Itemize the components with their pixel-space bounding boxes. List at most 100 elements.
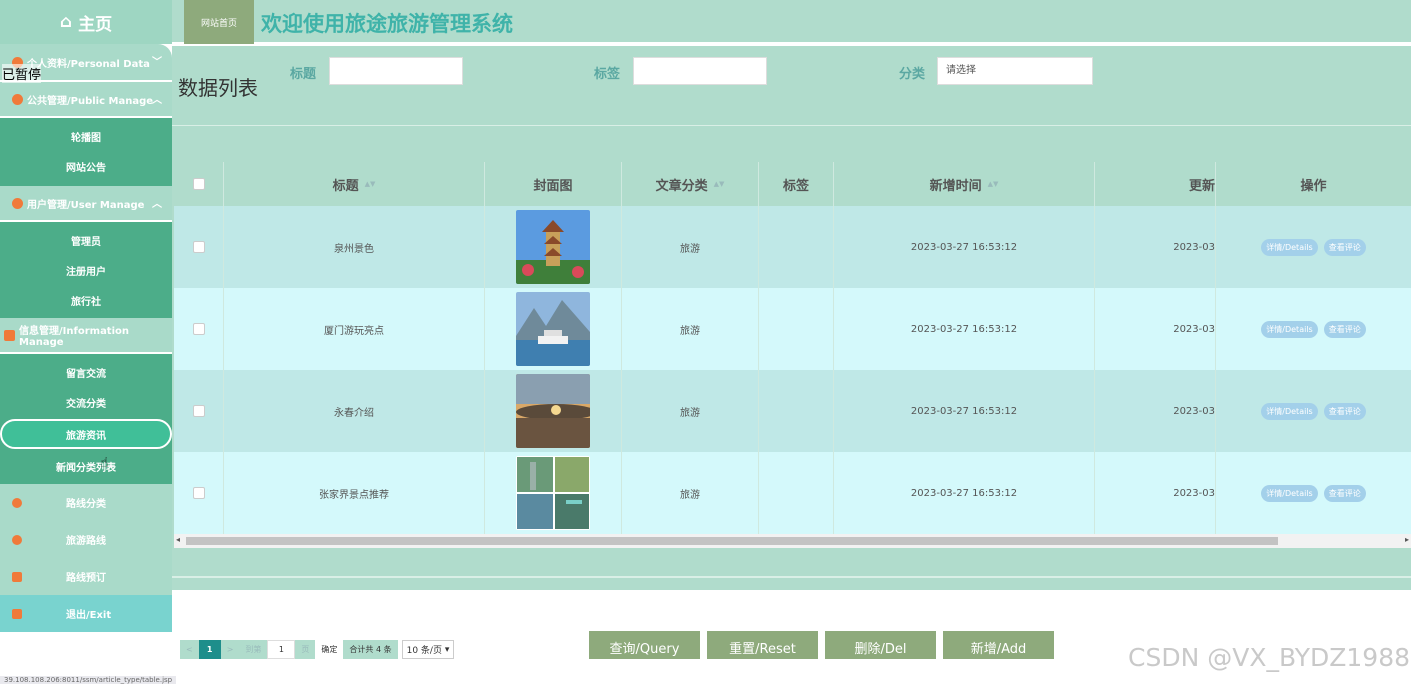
sidebar-item-travel-news[interactable]: 旅游资讯 (0, 419, 172, 449)
title-filter-label: 标题 (290, 67, 317, 82)
submenu-info: 留言交流 交流分类 旅游资讯 新闻分类列表 (0, 354, 172, 484)
cell-cover (484, 452, 621, 534)
table-row: 厦门游玩亮点 旅游 2023-03-27 16:53:12 2023-03 详情… (174, 288, 1411, 370)
row-checkbox[interactable] (192, 241, 205, 253)
col-cover-label: 封面图 (533, 178, 573, 194)
table-row: 永春介绍 旅游 2023-03-27 16:53:12 2023-03 详情/D… (174, 370, 1411, 452)
details-button[interactable]: 详情/Details (1261, 238, 1318, 256)
sidebar-item-announcement[interactable]: 网站公告 (0, 151, 172, 181)
sidebar-item-registered-users[interactable]: 注册用户 (0, 255, 172, 285)
cell-created: 2023-03-27 16:53:12 (833, 206, 1094, 288)
category-select[interactable]: 请选择 (937, 57, 1093, 85)
pagination: < 1 > 到第 1 页 确定 合计共 4 条 10 条/页 ▾ (180, 640, 455, 659)
scroll-left-icon[interactable]: ◂ (176, 535, 180, 544)
scroll-right-icon[interactable]: ▸ (1405, 535, 1409, 544)
cell-title: 张家界景点推荐 (223, 452, 484, 534)
row-select-cell (174, 370, 223, 452)
mouse-cursor-icon: ☝ (100, 455, 109, 471)
row-select-cell (174, 206, 223, 288)
details-button[interactable]: 详情/Details (1261, 402, 1318, 420)
sidebar-item-messages[interactable]: 留言交流 (0, 357, 172, 387)
horizontal-scrollbar[interactable]: ◂ ▸ (174, 534, 1411, 548)
details-button[interactable]: 详情/Details (1261, 484, 1318, 502)
menu-route-booking[interactable]: 路线预订 (0, 558, 172, 595)
sidebar-item-carousel[interactable]: 轮播图 (0, 121, 172, 151)
menu-public-manage[interactable]: 公共管理/Public Manage ︿ (0, 82, 172, 116)
cell-actions: 详情/Details 查看评论 (1215, 452, 1411, 534)
site-home-button[interactable]: 网站首页 (184, 0, 254, 44)
view-comments-button[interactable]: 查看评论 (1323, 238, 1366, 256)
row-checkbox[interactable] (192, 323, 205, 335)
cell-title: 永春介绍 (223, 370, 484, 452)
divider (172, 125, 1411, 126)
main-panel: 数据列表 标题 标签 分类 请选择 标题 ▲▼ 封面图 文章分类 ▲▼ 标签 新增时… (172, 46, 1411, 590)
sidebar-item-admin[interactable]: 管理员 (0, 225, 172, 255)
cell-title: 厦门游玩亮点 (223, 288, 484, 370)
row-checkbox[interactable] (192, 405, 205, 417)
reset-button[interactable]: 重置/Reset (707, 631, 818, 659)
cover-image-xiamen (516, 292, 590, 366)
page-unit-label: 页 (295, 640, 316, 659)
cover-image-quanzhou (516, 210, 590, 284)
scrollbar-thumb[interactable] (186, 537, 1278, 545)
cell-created: 2023-03-27 16:53:12 (833, 288, 1094, 370)
submenu-user: 管理员 注册用户 旅行社 (0, 222, 172, 318)
prev-page-button[interactable]: < (180, 640, 199, 659)
sidebar-item-news-category[interactable]: 新闻分类列表 (0, 451, 172, 481)
query-button[interactable]: 查询/Query (589, 631, 700, 659)
confirm-goto-button[interactable]: 确定 (315, 640, 344, 659)
top-bar: 网站首页 欢迎使用旅途旅游管理系统 (172, 0, 1411, 44)
cell-cover (484, 206, 621, 288)
paused-overlay: 已暂停 (2, 64, 42, 83)
details-button[interactable]: 详情/Details (1261, 320, 1318, 338)
menu-user-manage[interactable]: 用户管理/User Manage ︿ (0, 186, 172, 220)
col-title[interactable]: 标题 ▲▼ (223, 162, 484, 206)
total-count: 合计共 4 条 (343, 640, 398, 659)
sort-icon[interactable]: ▲▼ (714, 180, 725, 188)
sidebar-item-message-category[interactable]: 交流分类 (0, 387, 172, 417)
view-comments-button[interactable]: 查看评论 (1323, 484, 1366, 502)
tag-filter-input[interactable] (633, 57, 767, 85)
sort-icon[interactable]: ▲▼ (988, 180, 999, 188)
system-title: 欢迎使用旅途旅游管理系统 (261, 12, 513, 36)
sort-icon[interactable]: ▲▼ (365, 180, 376, 188)
watermark: CSDN @VX_BYDZ1988 (1128, 643, 1411, 672)
select-all-cell (174, 162, 223, 206)
menu-route-category-label: 路线分类 (66, 499, 106, 510)
select-all-checkbox[interactable] (192, 178, 205, 190)
menu-route-category[interactable]: 路线分类 (0, 484, 172, 521)
view-comments-button[interactable]: 查看评论 (1323, 402, 1366, 420)
next-page-button[interactable]: > (220, 640, 240, 659)
menu-travel-route[interactable]: 旅游路线 (0, 521, 172, 558)
home-link[interactable]: ⌂ 主页 (0, 0, 172, 44)
cell-tag (758, 370, 833, 452)
title-filter-input[interactable] (329, 57, 463, 85)
menu-personal-label: 个人资料/Personal Data (27, 58, 150, 70)
col-created-label: 新增时间 (929, 178, 982, 194)
sidebar-item-travel-agency[interactable]: 旅行社 (0, 285, 172, 315)
col-updated-label: 更新 (1188, 178, 1215, 194)
chevron-down-icon: ﹀ (152, 57, 162, 68)
add-button[interactable]: 新增/Add (943, 631, 1054, 659)
goto-page-input[interactable]: 1 (267, 640, 296, 659)
row-checkbox[interactable] (192, 487, 205, 499)
category-filter-label: 分类 (899, 67, 926, 82)
cell-created: 2023-03-27 16:53:12 (833, 452, 1094, 534)
goto-label: 到第 (239, 640, 268, 659)
cover-image-zhangjiajie (516, 456, 590, 530)
page-size-select[interactable]: 10 条/页 ▾ (401, 640, 455, 659)
cell-updated: 2023-03 (1094, 288, 1215, 370)
delete-button[interactable]: 删除/Del (825, 631, 936, 659)
home-label: 主页 (78, 14, 113, 35)
view-comments-button[interactable]: 查看评论 (1323, 320, 1366, 338)
col-actions: 操作 (1215, 162, 1411, 206)
cell-updated: 2023-03 (1094, 370, 1215, 452)
col-created[interactable]: 新增时间 ▲▼ (833, 162, 1094, 206)
menu-exit[interactable]: 退出/Exit (0, 595, 172, 632)
col-category[interactable]: 文章分类 ▲▼ (621, 162, 758, 206)
col-tag: 标签 (758, 162, 833, 206)
col-updated[interactable]: 更新 (1094, 162, 1215, 206)
current-page[interactable]: 1 (198, 640, 221, 659)
table-header: 标题 ▲▼ 封面图 文章分类 ▲▼ 标签 新增时间 ▲▼ 更新 操作 (174, 162, 1411, 206)
menu-information-manage[interactable]: 信息管理/Information Manage (0, 318, 172, 352)
